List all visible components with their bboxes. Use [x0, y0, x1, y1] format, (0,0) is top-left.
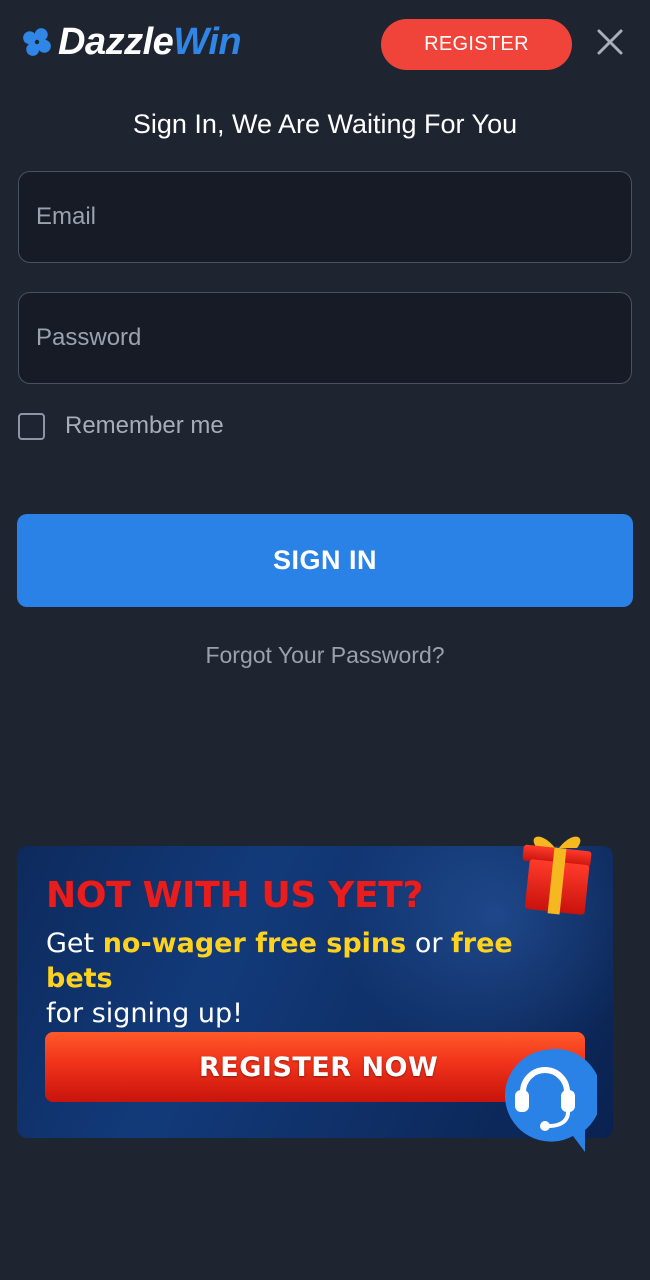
remember-me-row[interactable]: Remember me — [18, 410, 224, 442]
logo-text: DazzleWin — [58, 20, 242, 64]
logo-text-dazzle: Dazzle — [58, 21, 174, 63]
remember-me-checkbox[interactable] — [18, 412, 45, 440]
email-input[interactable] — [36, 172, 631, 262]
password-field-container[interactable] — [18, 292, 632, 384]
remember-me-label: Remember me — [65, 412, 224, 439]
promo-text-signup: for signing up! — [46, 998, 243, 1029]
email-field-container[interactable] — [18, 171, 632, 263]
header: DazzleWin REGISTER — [0, 0, 650, 86]
forgot-password-link[interactable]: Forgot Your Password? — [0, 642, 650, 669]
promo-title: NOT WITH US YET? — [46, 875, 424, 916]
promo-text-get: Get — [46, 928, 103, 959]
register-button[interactable]: REGISTER — [381, 19, 572, 70]
gift-icon — [522, 836, 592, 915]
clover-icon — [23, 28, 51, 56]
headset-chat-icon — [504, 1048, 602, 1152]
logo-text-win: Win — [173, 21, 242, 63]
support-chat-button[interactable] — [493, 1044, 602, 1154]
close-button[interactable] — [590, 22, 630, 62]
promo-text-or: or — [406, 928, 452, 959]
close-icon — [597, 29, 623, 55]
sign-in-button[interactable]: SIGN IN — [17, 514, 633, 607]
promo-highlight-spins: no-wager free spins — [102, 928, 407, 959]
logo[interactable]: DazzleWin — [20, 20, 242, 64]
password-input[interactable] — [36, 293, 631, 383]
page-title: Sign In, We Are Waiting For You — [132, 109, 518, 139]
promo-text: Get no-wager free spins or free bets for… — [46, 926, 586, 1031]
